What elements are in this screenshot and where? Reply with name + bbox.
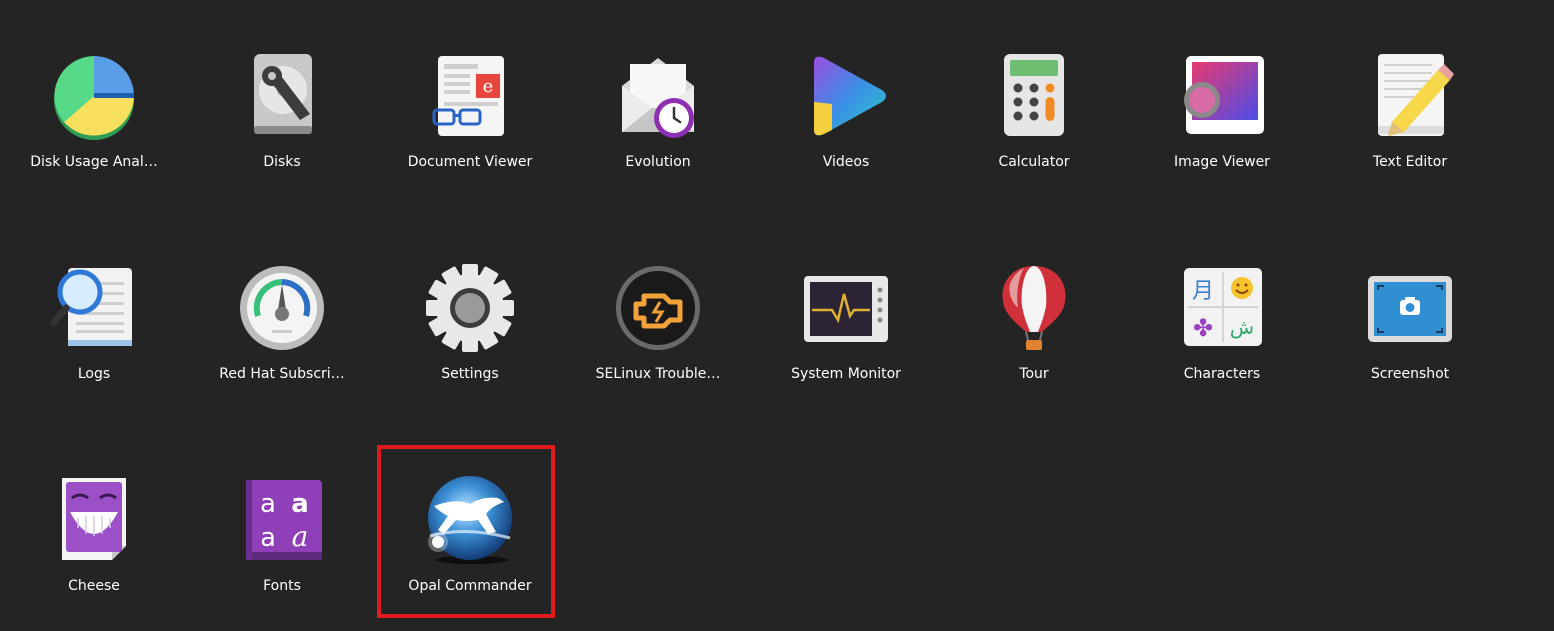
app-label: Characters: [1183, 366, 1261, 382]
app-label: Screenshot: [1370, 366, 1450, 382]
videos-icon: [802, 52, 890, 140]
selinux-troubleshooter-icon: [614, 264, 702, 352]
app-label: Calculator: [998, 154, 1070, 170]
app-label: Tour: [1019, 366, 1049, 382]
screenshot-icon: [1366, 264, 1454, 352]
app-label: Videos: [822, 154, 870, 170]
app-tile-fonts[interactable]: a a a a Fonts: [192, 428, 372, 608]
evolution-icon: [614, 52, 702, 140]
app-tile-logs[interactable]: Logs: [4, 216, 184, 396]
calculator-icon: [990, 52, 1078, 140]
opal-commander-icon: [426, 476, 514, 564]
subscription-manager-icon: [238, 264, 326, 352]
tour-icon: [990, 264, 1078, 352]
app-tile-tour[interactable]: Tour: [944, 216, 1124, 396]
app-label: Evolution: [625, 154, 691, 170]
app-grid: Disk Usage Anal… Disks e Document Viewer…: [0, 0, 1554, 631]
app-tile-cheese[interactable]: Cheese: [4, 428, 184, 608]
settings-icon: [426, 264, 514, 352]
system-monitor-icon: [802, 264, 890, 352]
app-label: Image Viewer: [1174, 154, 1270, 170]
disk-usage-analyzer-icon: [50, 52, 138, 140]
svg-text:e: e: [483, 76, 494, 97]
app-tile-text-editor[interactable]: Text Editor: [1320, 4, 1500, 184]
app-label: Disk Usage Anal…: [30, 154, 158, 170]
app-label: SELinux Trouble…: [595, 366, 721, 382]
app-tile-settings[interactable]: Settings: [380, 216, 560, 396]
svg-text:月: 月: [1192, 279, 1214, 304]
app-tile-image-viewer[interactable]: Image Viewer: [1132, 4, 1312, 184]
characters-icon: 月 ✤ ش: [1178, 264, 1266, 352]
logs-icon: [50, 264, 138, 352]
app-label: Fonts: [263, 578, 301, 594]
app-tile-disk-usage-analyzer[interactable]: Disk Usage Anal…: [4, 4, 184, 184]
app-label: Opal Commander: [408, 578, 532, 594]
svg-text:a: a: [291, 489, 309, 519]
app-label: Red Hat Subscri…: [219, 366, 345, 382]
svg-text:✤: ✤: [1193, 314, 1213, 342]
app-tile-disks[interactable]: Disks: [192, 4, 372, 184]
app-tile-system-monitor[interactable]: System Monitor: [756, 216, 936, 396]
fonts-icon: a a a a: [238, 476, 326, 564]
app-tile-document-viewer[interactable]: e Document Viewer: [380, 4, 560, 184]
text-editor-icon: [1366, 52, 1454, 140]
svg-text:a: a: [292, 520, 309, 553]
app-tile-characters[interactable]: 月 ✤ ش Characters: [1132, 216, 1312, 396]
image-viewer-icon: [1178, 52, 1266, 140]
app-tile-opal-commander[interactable]: Opal Commander: [380, 428, 560, 608]
svg-text:a: a: [260, 523, 276, 553]
app-label: System Monitor: [791, 366, 901, 382]
app-label: Document Viewer: [407, 154, 533, 170]
svg-text:a: a: [260, 489, 276, 519]
app-tile-selinux-troubleshooter[interactable]: SELinux Trouble…: [568, 216, 748, 396]
cheese-icon: [50, 476, 138, 564]
document-viewer-icon: e: [426, 52, 514, 140]
app-label: Cheese: [68, 578, 120, 594]
app-label: Disks: [263, 154, 301, 170]
app-tile-evolution[interactable]: Evolution: [568, 4, 748, 184]
app-tile-calculator[interactable]: Calculator: [944, 4, 1124, 184]
disks-icon: [238, 52, 326, 140]
app-tile-red-hat-subscription[interactable]: Red Hat Subscri…: [192, 216, 372, 396]
app-label: Settings: [441, 366, 499, 382]
app-tile-screenshot[interactable]: Screenshot: [1320, 216, 1500, 396]
app-tile-videos[interactable]: Videos: [756, 4, 936, 184]
app-label: Text Editor: [1372, 154, 1448, 170]
svg-text:ش: ش: [1230, 315, 1254, 339]
app-label: Logs: [77, 366, 111, 382]
